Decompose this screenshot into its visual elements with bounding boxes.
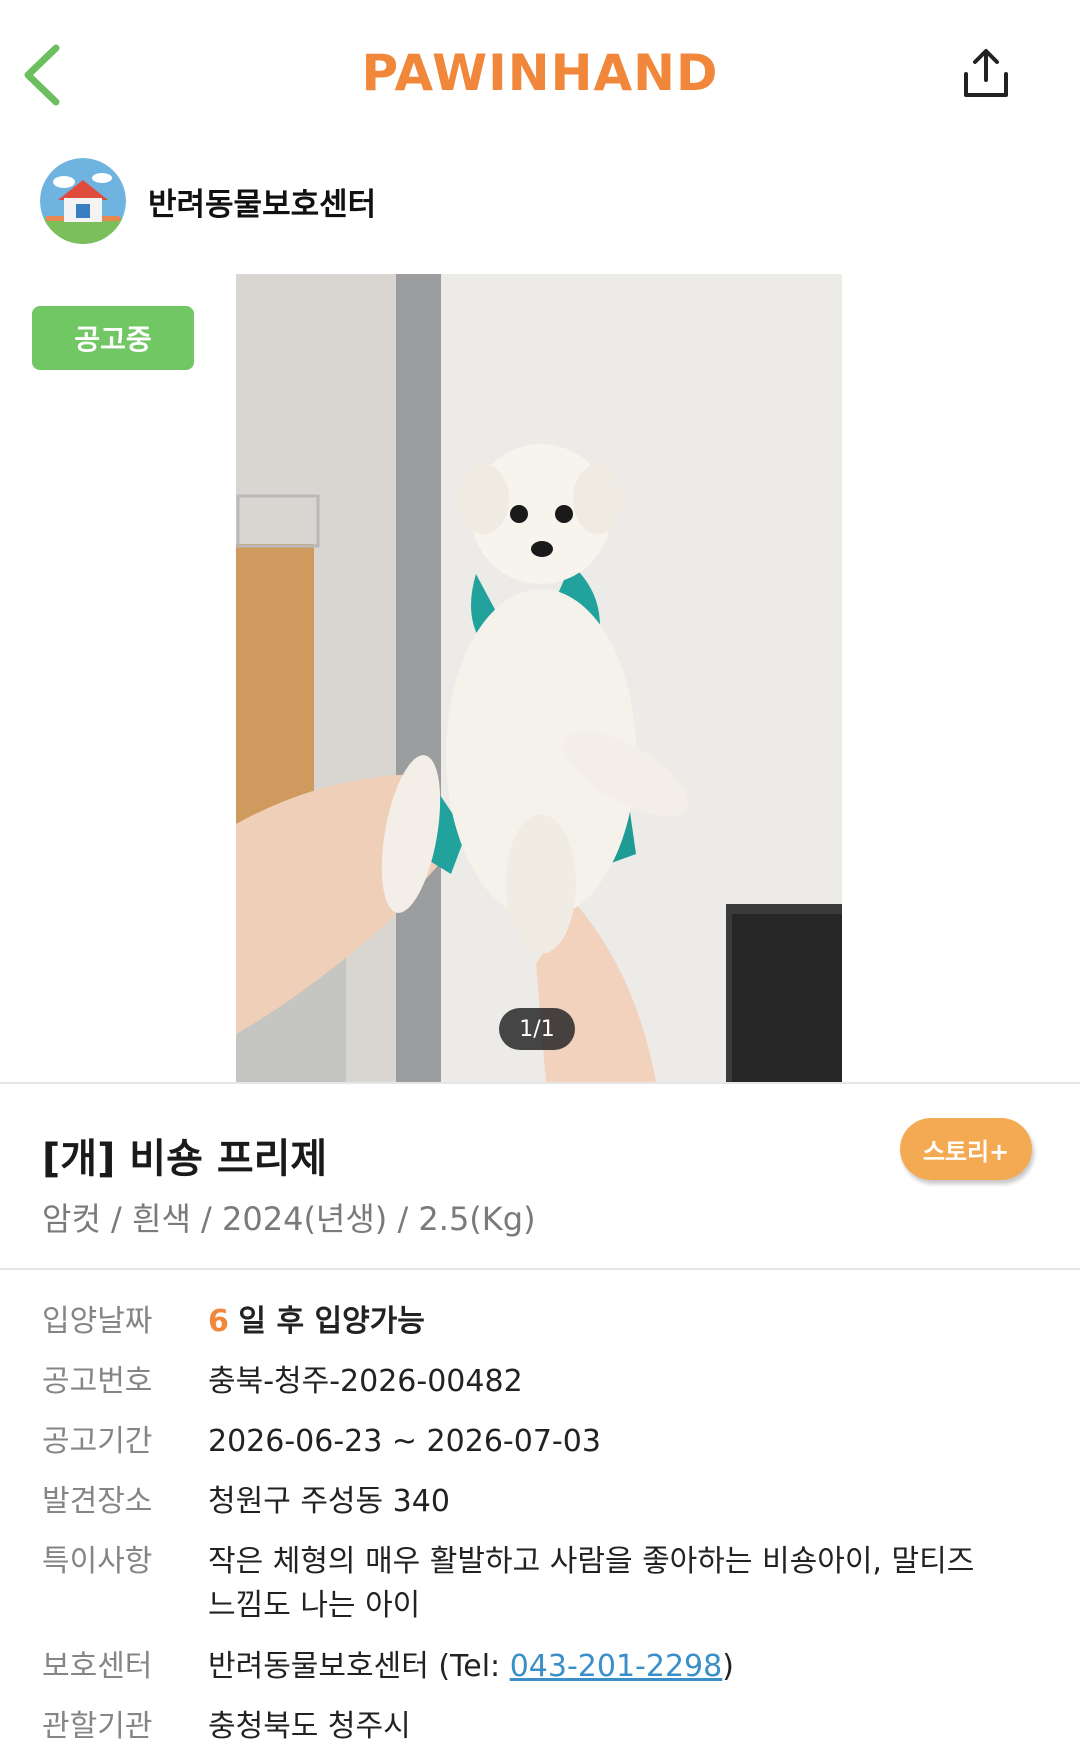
- section-divider: [0, 1268, 1080, 1270]
- app-logo: PAWINHAND: [361, 44, 719, 102]
- pet-summary: 암컷 / 흰색 / 2024(년생) / 2.5(Kg): [42, 1200, 536, 1238]
- detail-row-notice-number: 공고번호 충북-청주-2026-00482: [42, 1360, 998, 1404]
- adoption-date-text: 일 후 입양가능: [238, 1304, 425, 1339]
- share-button[interactable]: [958, 46, 1014, 102]
- detail-label: 특이사항: [42, 1544, 153, 1579]
- authority-value: 충청북도 청주시: [208, 1709, 411, 1744]
- detail-label: 관할기관: [42, 1709, 153, 1744]
- house-icon: [40, 158, 126, 244]
- found-place-value: 청원구 주성동 340: [208, 1484, 450, 1519]
- notes-value: 작은 체형의 매우 활발하고 사람을 좋아하는 비숑아이, 말티즈 느낌도 나는…: [208, 1544, 975, 1623]
- detail-label: 입양날짜: [42, 1304, 153, 1339]
- share-icon: [964, 49, 1008, 97]
- detail-row-notes: 특이사항 작은 체형의 매우 활발하고 사람을 좋아하는 비숑아이, 말티즈 느…: [42, 1540, 998, 1628]
- shelter-contact-name: 반려동물보호센터 (Tel:: [208, 1649, 510, 1684]
- shelter-header[interactable]: 반려동물보호센터: [40, 158, 376, 244]
- shelter-avatar: [40, 158, 126, 244]
- story-button[interactable]: 스토리+: [900, 1118, 1032, 1180]
- shelter-phone-link[interactable]: 043-201-2298: [510, 1649, 723, 1684]
- detail-row-shelter: 보호센터 반려동물보호센터 (Tel: 043-201-2298): [42, 1645, 998, 1689]
- detail-label: 공고번호: [42, 1364, 153, 1399]
- app-header: PAWINHAND: [0, 0, 1080, 150]
- detail-row-authority: 관할기관 충청북도 청주시: [42, 1705, 998, 1749]
- days-remaining: 6: [208, 1304, 229, 1339]
- adoption-date-value: 6 일 후 입양가능: [208, 1300, 998, 1344]
- detail-row-found-place: 발견장소 청원구 주성동 340: [42, 1480, 998, 1524]
- shelter-name: 반려동물보호센터: [148, 186, 377, 223]
- pet-photo[interactable]: 1/1: [236, 274, 842, 1082]
- section-divider: [0, 1082, 1080, 1084]
- pet-photo-image: [236, 274, 842, 1082]
- detail-row-notice-period: 공고기간 2026-06-23 ~ 2026-07-03: [42, 1420, 998, 1464]
- detail-row-adoption-date: 입양날짜 6 일 후 입양가능: [42, 1300, 998, 1344]
- status-badge: 공고중: [32, 306, 194, 370]
- shelter-value: 반려동물보호센터 (Tel: 043-201-2298): [208, 1645, 998, 1689]
- notice-period-value: 2026-06-23 ~ 2026-07-03: [208, 1424, 601, 1459]
- shelter-contact-suffix: ): [722, 1649, 734, 1684]
- detail-label: 공고기간: [42, 1424, 153, 1459]
- notice-number-value: 충북-청주-2026-00482: [208, 1364, 523, 1399]
- detail-label: 발견장소: [42, 1484, 153, 1519]
- detail-label: 보호센터: [42, 1649, 153, 1684]
- photo-counter: 1/1: [499, 1008, 575, 1050]
- pet-title: [개] 비숑 프리제: [42, 1136, 328, 1182]
